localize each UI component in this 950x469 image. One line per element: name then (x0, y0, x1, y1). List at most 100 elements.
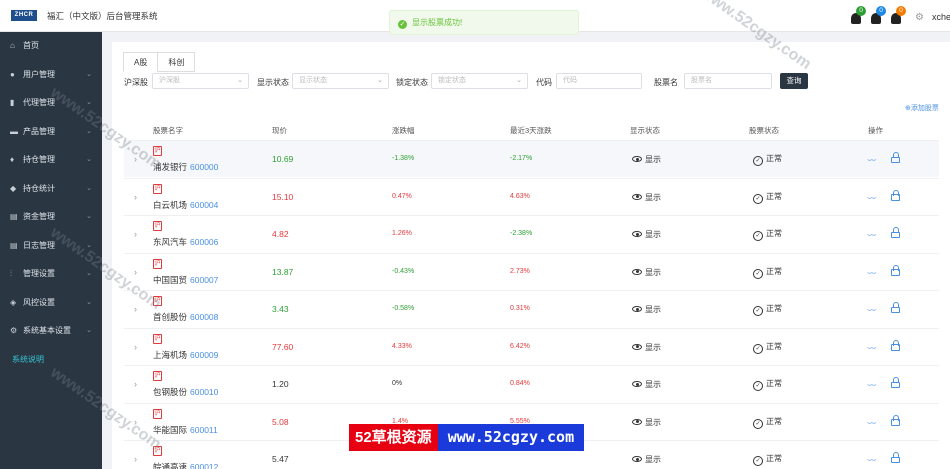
hide-icon[interactable]: ⌣⌣ (867, 380, 876, 390)
tab-star-market[interactable]: 科创 (158, 52, 196, 72)
col-header-name[interactable]: 股票名字 (153, 125, 183, 136)
table-row[interactable]: › 沪包钢股份 600010 1.20 0% 0.84% 显示 ✓ 正常 ⌣⌣ (124, 365, 939, 402)
app-title: 福汇（中文版）后台管理系统 (47, 11, 158, 21)
chevron-right-icon[interactable]: › (134, 342, 137, 352)
stock-code[interactable]: 600009 (190, 350, 218, 360)
lock-icon[interactable] (891, 377, 900, 388)
sidebar-item[interactable]: ⫶ 管理设置 ⌄ (0, 260, 102, 289)
stock-name-input[interactable]: 股票名 (684, 73, 772, 89)
chevron-right-icon[interactable]: › (134, 379, 137, 389)
table-row[interactable]: › 沪上海机场 600009 77.60 4.33% 6.42% 显示 ✓ 正常 ⌣⌣ (124, 327, 939, 365)
sidebar-item[interactable]: ▬ 产品管理 ⌄ (0, 118, 102, 147)
stock-code[interactable]: 600000 (190, 162, 218, 172)
stock-status-text: 正常 (766, 266, 782, 276)
table-row[interactable]: › 沪中国国贸 600007 13.87 -0.43% 2.73% 显示 ✓ 正常 ⌣⌣ (124, 252, 939, 290)
display-status-select[interactable]: 显示状态 ⌄ (292, 73, 389, 89)
hide-icon[interactable]: ⌣⌣ (867, 268, 876, 278)
lock-icon[interactable] (891, 189, 900, 201)
sidebar-item[interactable]: 系统说明 (0, 346, 102, 375)
bell-icon[interactable]: 0 (891, 6, 906, 25)
table-row[interactable]: › 沪白云机场 600004 15.10 0.47% 4.63% 显示 ✓ 正常 ⌣⌣ (124, 177, 939, 215)
hide-icon[interactable]: ⌣⌣ (867, 193, 876, 203)
stock-status-text: 正常 (766, 341, 782, 351)
col-header-change3[interactable]: 最近3天涨跌 (510, 125, 552, 136)
chevron-right-icon[interactable]: › (134, 454, 137, 464)
hide-icon[interactable]: ⌣⌣ (867, 155, 876, 165)
hide-icon[interactable]: ⌣⌣ (867, 418, 876, 428)
chevron-right-icon[interactable]: › (134, 417, 137, 427)
stock-code[interactable]: 600004 (190, 200, 218, 210)
tab-a-shares[interactable]: A股 (123, 52, 159, 72)
lock-icon[interactable] (891, 302, 900, 313)
sidebar-item[interactable]: ▤ 日志管理 ⌄ (0, 232, 102, 261)
stock-code[interactable]: 600006 (190, 237, 218, 247)
chevron-right-icon[interactable]: › (134, 192, 137, 202)
site-banner: 52草根资源 www.52cgzy.com (349, 424, 585, 451)
sidebar-item[interactable]: ⚙ 系统基本设置 ⌄ (0, 317, 102, 346)
settings-icon: ⫶ (10, 269, 12, 278)
stock-status-cell: ✓ 正常 (753, 266, 782, 279)
user-name[interactable]: xches (932, 12, 950, 22)
lock-icon[interactable] (891, 227, 900, 238)
stock-code[interactable]: 600010 (190, 387, 218, 397)
sidebar-item-label: 产品管理 (23, 126, 55, 136)
stock-code[interactable]: 600008 (190, 312, 218, 322)
lock-icon[interactable] (891, 414, 900, 426)
hide-icon[interactable]: ⌣⌣ (867, 230, 876, 240)
add-stock-link[interactable]: ⊕添加股票 (905, 103, 939, 113)
hide-icon[interactable]: ⌣⌣ (867, 343, 876, 353)
sidebar-item[interactable]: ♦ 持仓管理 ⌄ (0, 146, 102, 175)
price-cell: 5.47 (272, 454, 289, 464)
bell-icon[interactable]: 0 (851, 6, 866, 25)
price-cell: 15.10 (272, 191, 294, 202)
notification-badge: 0 (876, 6, 886, 16)
bell-icon[interactable]: 0 (871, 6, 886, 25)
table-row[interactable]: › 沪东风汽车 600006 4.82 1.26% -2.38% 显示 ✓ 正常 ⌣⌣ (124, 215, 939, 252)
app-logo: ZHCR (11, 10, 37, 21)
lock-icon[interactable] (891, 452, 900, 463)
change3-cell: -2.17% (510, 155, 533, 162)
hide-icon[interactable]: ⌣⌣ (867, 305, 876, 315)
stock-code[interactable]: 600011 (190, 425, 218, 435)
chevron-down-icon: ⌄ (86, 270, 92, 277)
display-status-cell: 显示 (632, 304, 661, 315)
code-input[interactable]: 代码 (556, 73, 642, 89)
sidebar-item[interactable]: ◆ 持仓统计 ⌄ (0, 175, 102, 204)
sidebar-item[interactable]: ⌂ 首页 (0, 32, 102, 61)
lock-icon[interactable] (891, 339, 900, 351)
table-row[interactable]: › 沪首创股份 600008 3.43 -0.58% 0.31% 显示 ✓ 正常 ⌣⌣ (124, 290, 939, 327)
lock-status-select[interactable]: 锁定状态 ⌄ (431, 73, 528, 89)
exchange-tag: 沪 (153, 296, 162, 306)
price-cell: 3.43 (272, 304, 289, 314)
sidebar-item[interactable]: ◈ 风控设置 ⌄ (0, 289, 102, 318)
change3-cell: 0.31% (510, 305, 530, 312)
chevron-right-icon[interactable]: › (134, 267, 137, 277)
table-row[interactable]: › 沪浦发银行 600000 10.69 -1.38% -2.17% 显示 ✓ 正常 ⌣⌣ (124, 140, 939, 177)
chevron-right-icon[interactable]: › (134, 229, 137, 239)
sidebar-item[interactable]: ● 用户管理 ⌄ (0, 61, 102, 90)
chevron-right-icon[interactable]: › (134, 154, 137, 164)
stock-code[interactable]: 600007 (190, 275, 218, 285)
stock-name-cell: 首创股份 600008 (153, 311, 218, 323)
stock-code[interactable]: 600012 (190, 462, 218, 469)
gear-icon: ⚙ (10, 326, 18, 335)
lock-icon[interactable] (891, 264, 900, 276)
log-icon: ▤ (10, 240, 18, 250)
query-button[interactable]: 查询 (780, 73, 808, 89)
market-select[interactable]: 沪深股 ⌄ (152, 73, 249, 89)
change-cell: 0% (392, 380, 403, 387)
gear-icon[interactable]: ⚙ (915, 12, 924, 23)
exchange-tag: 沪 (153, 183, 162, 194)
lock-icon[interactable] (891, 152, 900, 163)
sidebar-item[interactable]: ▮ 代理管理 ⌄ (0, 89, 102, 118)
check-circle-icon: ✓ (753, 231, 763, 241)
col-header-change[interactable]: 涨跌幅 (392, 125, 415, 136)
hide-icon[interactable]: ⌣⌣ (867, 455, 876, 465)
sidebar-item[interactable]: ▤ 资金管理 ⌄ (0, 203, 102, 232)
code-input-placeholder: 代码 (563, 77, 577, 84)
price-cell: 4.82 (272, 229, 289, 239)
chevron-right-icon[interactable]: › (134, 304, 137, 314)
col-header-price[interactable]: 现价 (272, 125, 287, 136)
change-cell: -0.58% (392, 305, 415, 312)
banner-left-text: 52草根资源 (349, 424, 438, 451)
